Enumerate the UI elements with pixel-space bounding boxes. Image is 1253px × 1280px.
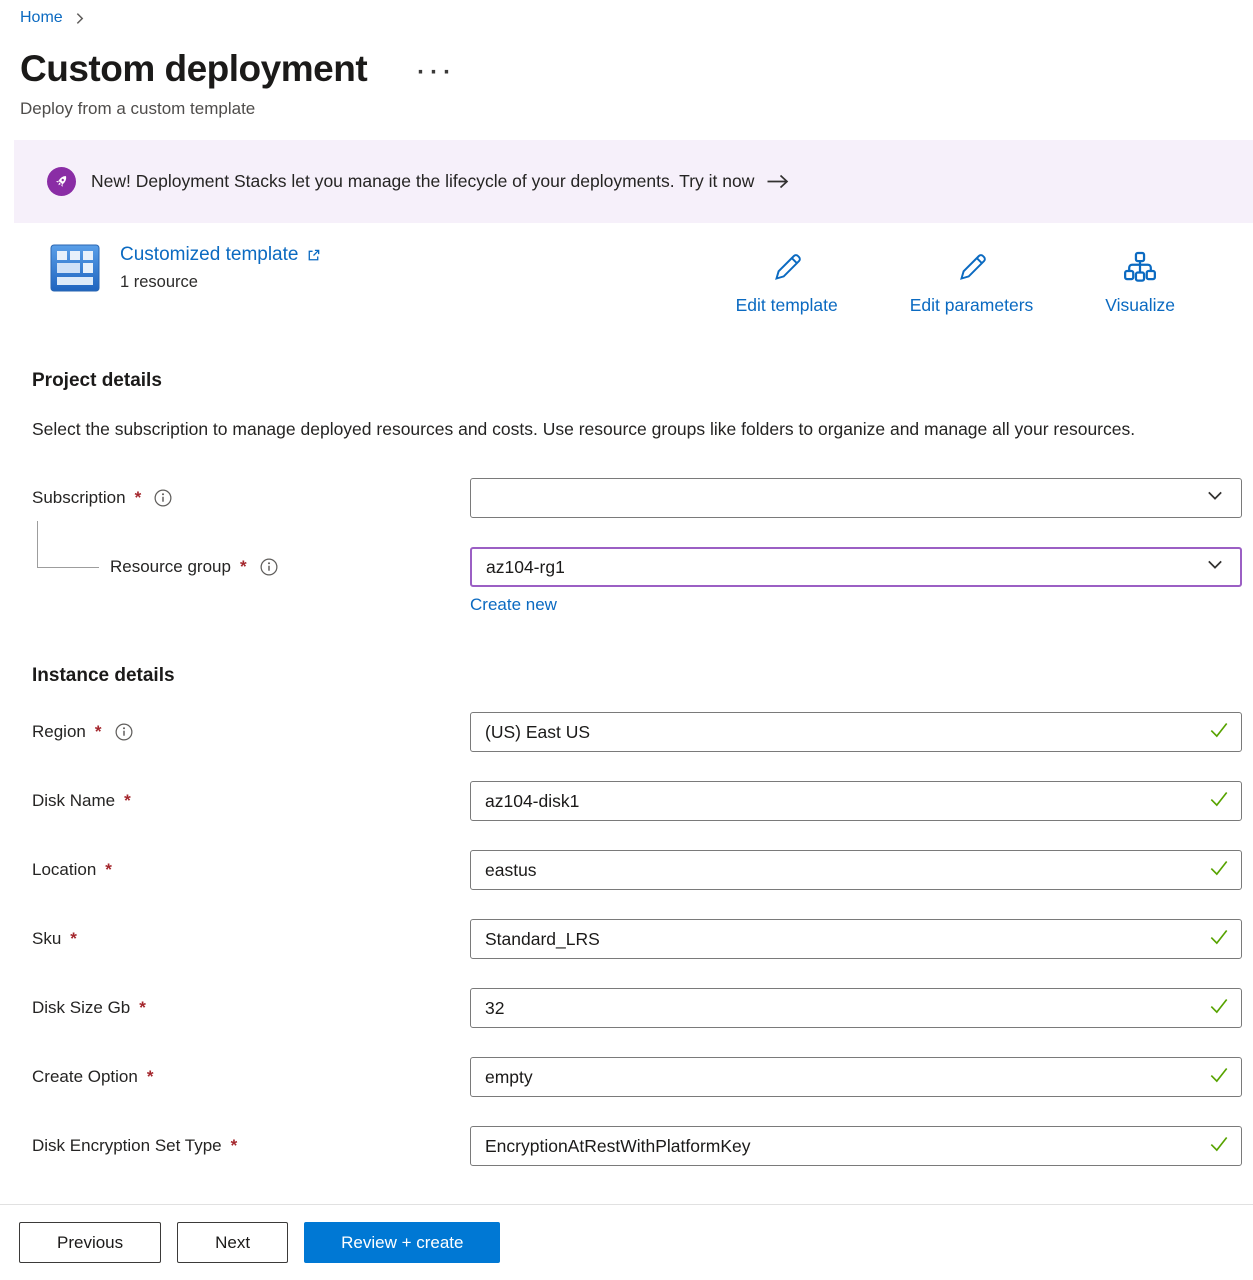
arrow-right-icon: [766, 173, 789, 190]
disk-size-label: Disk Size Gb *: [32, 998, 470, 1018]
instance-details-form: Region * Disk Name *: [32, 712, 1253, 1166]
info-icon[interactable]: [115, 723, 133, 741]
location-label-text: Location: [32, 860, 96, 880]
page-title: Custom deployment: [20, 48, 367, 90]
template-summary-row: Customized template 1 resource Edit temp…: [50, 244, 1175, 316]
resource-count: 1 resource: [120, 273, 321, 292]
sku-label-text: Sku: [32, 929, 61, 949]
region-row: Region *: [32, 712, 1253, 752]
project-details-description: Select the subscription to manage deploy…: [32, 414, 1182, 445]
required-marker: *: [133, 488, 142, 508]
visualize-label: Visualize: [1105, 295, 1175, 316]
create-option-label-text: Create Option: [32, 1067, 138, 1087]
info-icon[interactable]: [260, 558, 278, 576]
project-details-heading: Project details: [32, 370, 1253, 392]
breadcrumb-home-link[interactable]: Home: [20, 9, 63, 27]
project-details-form: Subscription * Resource group *: [32, 478, 1253, 615]
edit-template-button[interactable]: Edit template: [736, 250, 838, 316]
region-input[interactable]: [470, 712, 1242, 752]
edit-parameters-button[interactable]: Edit parameters: [910, 250, 1034, 316]
subscription-group-connector: [37, 521, 99, 568]
disk-encryption-set-type-label-text: Disk Encryption Set Type: [32, 1136, 222, 1156]
required-marker: *: [122, 791, 131, 811]
resource-group-row: Resource group * az104-rg1: [32, 547, 1253, 587]
pencil-icon: [769, 250, 805, 289]
deployment-stacks-banner[interactable]: New! Deployment Stacks let you manage th…: [14, 140, 1253, 223]
sku-row: Sku *: [32, 919, 1253, 959]
next-button[interactable]: Next: [177, 1222, 288, 1263]
customized-template-link[interactable]: Customized template: [120, 244, 321, 266]
subscription-label-text: Subscription: [32, 488, 126, 508]
create-new-link[interactable]: Create new: [470, 595, 557, 615]
resource-group-select[interactable]: az104-rg1: [470, 547, 1242, 587]
more-menu-button[interactable]: ···: [417, 60, 456, 78]
disk-encryption-set-type-input[interactable]: [470, 1126, 1242, 1166]
previous-button[interactable]: Previous: [19, 1222, 161, 1263]
header: Custom deployment ···: [20, 48, 1253, 90]
hierarchy-icon: [1122, 250, 1158, 289]
required-marker: *: [93, 722, 102, 742]
disk-encryption-set-type-row: Disk Encryption Set Type *: [32, 1126, 1253, 1166]
required-marker: *: [238, 557, 247, 577]
subscription-select[interactable]: [470, 478, 1242, 518]
disk-size-row: Disk Size Gb *: [32, 988, 1253, 1028]
required-marker: *: [137, 998, 146, 1018]
disk-name-label-text: Disk Name: [32, 791, 115, 811]
location-row: Location *: [32, 850, 1253, 890]
review-create-button[interactable]: Review + create: [304, 1222, 500, 1263]
template-icon: [50, 244, 100, 297]
breadcrumb-chevron-icon: [73, 12, 86, 25]
resource-group-label-text: Resource group: [110, 557, 231, 577]
required-marker: *: [68, 929, 77, 949]
subscription-row: Subscription *: [32, 478, 1253, 518]
resource-group-value: az104-rg1: [486, 557, 565, 578]
region-label-text: Region: [32, 722, 86, 742]
required-marker: *: [103, 860, 112, 880]
create-option-row: Create Option *: [32, 1057, 1253, 1097]
instance-details-heading: Instance details: [32, 665, 1253, 687]
external-link-icon: [306, 248, 321, 263]
create-option-label: Create Option *: [32, 1067, 470, 1087]
sku-label: Sku *: [32, 929, 470, 949]
subscription-label: Subscription *: [32, 488, 470, 508]
sku-input[interactable]: [470, 919, 1242, 959]
disk-name-row: Disk Name *: [32, 781, 1253, 821]
create-option-input[interactable]: [470, 1057, 1242, 1097]
disk-size-label-text: Disk Size Gb: [32, 998, 130, 1018]
template-link-label: Customized template: [120, 244, 298, 266]
region-label: Region *: [32, 722, 470, 742]
page-content: Home Custom deployment ··· Deploy from a…: [0, 0, 1253, 1204]
disk-size-input[interactable]: [470, 988, 1242, 1028]
banner-message: New! Deployment Stacks let you manage th…: [91, 171, 754, 192]
disk-name-input[interactable]: [470, 781, 1242, 821]
visualize-button[interactable]: Visualize: [1105, 250, 1175, 316]
disk-encryption-set-type-label: Disk Encryption Set Type *: [32, 1136, 470, 1156]
breadcrumb: Home: [0, 0, 1253, 27]
required-marker: *: [229, 1136, 238, 1156]
info-icon[interactable]: [154, 489, 172, 507]
create-new-row: Create new: [32, 595, 1253, 615]
location-input[interactable]: [470, 850, 1242, 890]
edit-template-label: Edit template: [736, 295, 838, 316]
disk-name-label: Disk Name *: [32, 791, 470, 811]
template-actions: Edit template Edit parameters: [736, 244, 1175, 316]
required-marker: *: [145, 1067, 154, 1087]
wizard-footer: Previous Next Review + create: [0, 1204, 1253, 1280]
location-label: Location *: [32, 860, 470, 880]
page-subtitle: Deploy from a custom template: [20, 99, 1253, 119]
pencil-icon: [954, 250, 990, 289]
edit-parameters-label: Edit parameters: [910, 295, 1034, 316]
rocket-icon: [47, 167, 76, 196]
